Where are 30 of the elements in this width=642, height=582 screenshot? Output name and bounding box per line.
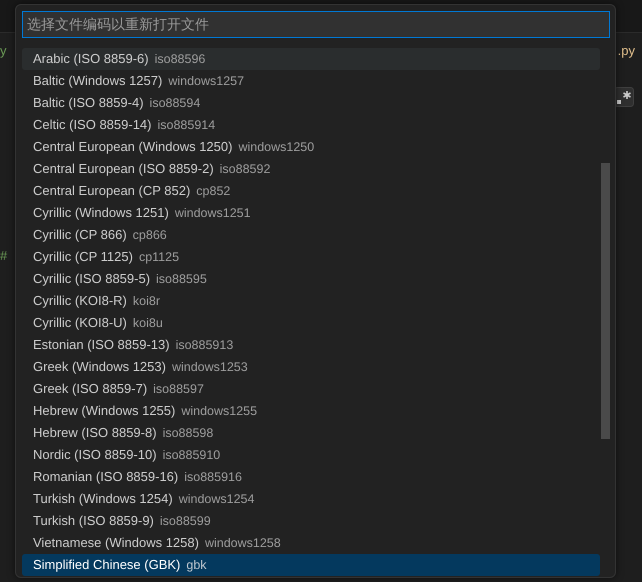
encoding-item[interactable]: Baltic (Windows 1257) windows1257 [22,70,600,92]
encoding-item[interactable]: Cyrillic (Windows 1251) windows1251 [22,202,600,224]
code-text: # [0,248,8,263]
tab-title[interactable]: .py [618,43,635,58]
encoding-item[interactable]: Turkish (ISO 8859-9) iso88599 [22,510,600,532]
encoding-item[interactable]: Hebrew (ISO 8859-8) iso88598 [22,422,600,444]
encoding-item[interactable]: Cyrillic (KOI8-R) koi8r [22,290,600,312]
encoding-item[interactable]: Central European (ISO 8859-2) iso88592 [22,158,600,180]
encoding-item[interactable]: Central European (CP 852) cp852 [22,180,600,202]
encoding-item[interactable]: Turkish (Windows 1254) windows1254 [22,488,600,510]
encoding-item[interactable]: Simplified Chinese (GBK) gbk [22,554,600,576]
search-field[interactable]: 选择文件编码以重新打开文件 [22,11,610,38]
encoding-item[interactable]: Vietnamese (Windows 1258) windows1258 [22,532,600,554]
code-text: y [0,43,8,58]
encoding-item[interactable]: Arabic (ISO 8859-6) iso88596 [22,48,600,70]
encoding-item[interactable]: Cyrillic (ISO 8859-5) iso88595 [22,268,600,290]
encoding-item[interactable]: Estonian (ISO 8859-13) iso885913 [22,334,600,356]
regex-icon[interactable] [614,87,634,107]
encoding-item[interactable]: Nordic (ISO 8859-10) iso885910 [22,444,600,466]
scrollbar-thumb[interactable] [601,163,610,439]
encoding-item[interactable]: Cyrillic (CP 866) cp866 [22,224,600,246]
encoding-item[interactable]: Hebrew (Windows 1255) windows1255 [22,400,600,422]
encoding-item[interactable]: Central European (Windows 1250) windows1250 [22,136,600,158]
encoding-item[interactable]: Greek (ISO 8859-7) iso88597 [22,378,600,400]
encoding-item[interactable]: Celtic (ISO 8859-14) iso885914 [22,114,600,136]
encoding-item[interactable]: Greek (Windows 1253) windows1253 [22,356,600,378]
encoding-item[interactable]: Cyrillic (CP 1125) cp1125 [22,246,600,268]
encoding-item[interactable]: Baltic (ISO 8859-4) iso88594 [22,92,600,114]
encoding-item[interactable]: Romanian (ISO 8859-16) iso885916 [22,466,600,488]
encoding-item[interactable]: Cyrillic (KOI8-U) koi8u [22,312,600,334]
